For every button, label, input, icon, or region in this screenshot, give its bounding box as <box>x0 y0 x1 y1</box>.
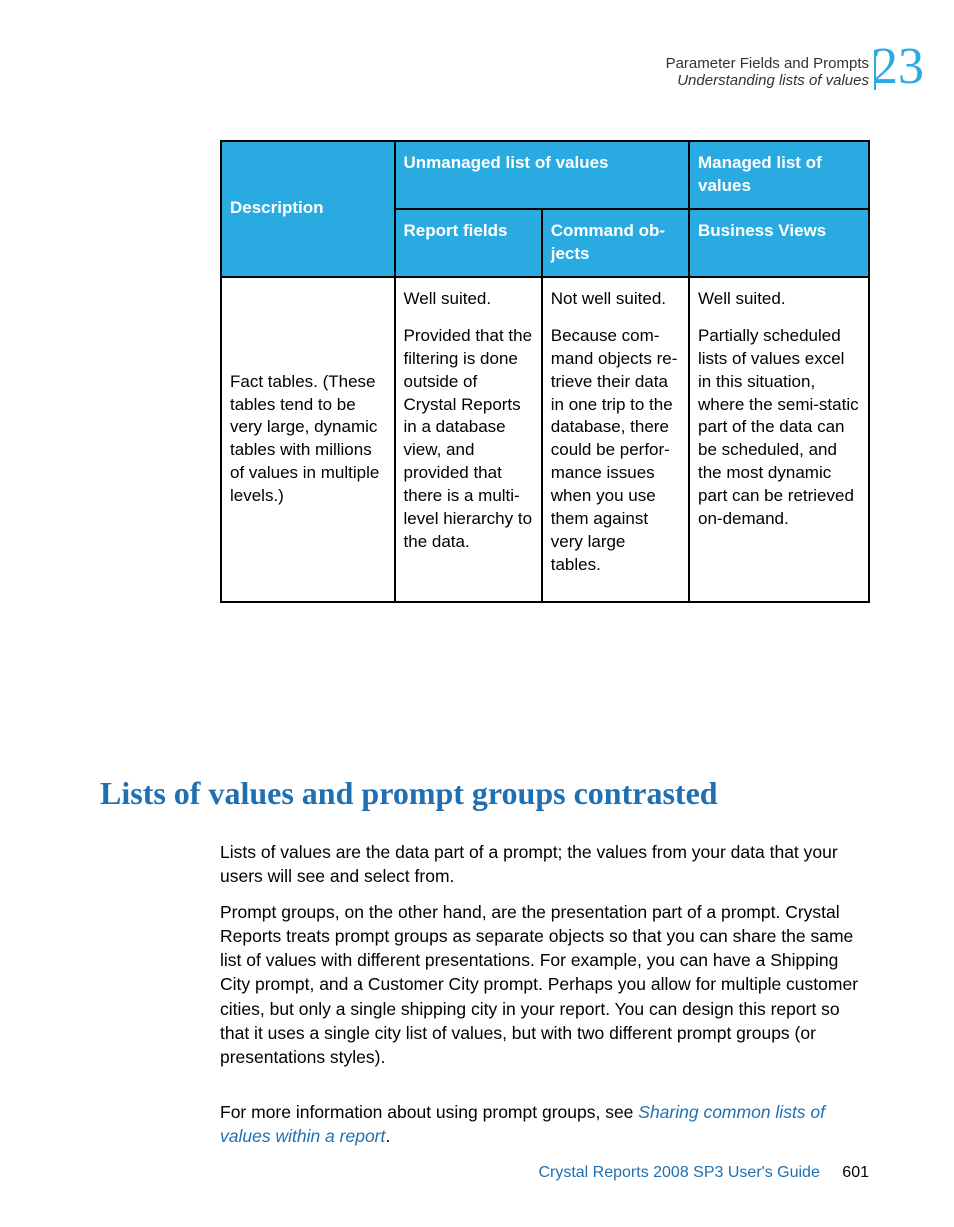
footer-guide-title: Crystal Reports 2008 SP3 User's Guide <box>538 1164 819 1181</box>
cell-bv-p2: Partially sched­uled lists of val­ues ex… <box>698 325 860 531</box>
th-command-objects: Command ob­jects <box>542 209 689 277</box>
th-business-views: Business Views <box>689 209 869 277</box>
body-paragraph-3: For more information about using prompt … <box>220 1100 865 1148</box>
cell-business-views: Well suited. Partially sched­uled lists … <box>689 277 869 602</box>
cell-report-fields: Well suited. Provided that the filtering… <box>395 277 542 602</box>
section-heading: Lists of values and prompt groups contra… <box>100 775 718 812</box>
header-subtitle: Understanding lists of values <box>666 72 869 89</box>
th-managed: Managed list of values <box>689 141 869 209</box>
chapter-number: 23 <box>872 37 924 96</box>
values-table: Description Unmanaged list of values Man… <box>220 140 870 603</box>
body-paragraph-1: Lists of values are the data part of a p… <box>220 840 865 888</box>
body-paragraph-2: Prompt groups, on the other hand, are th… <box>220 900 865 1069</box>
cell-description: Fact tables. (These tables tend to be ve… <box>221 277 395 602</box>
cell-command-objects: Not well suited. Because com­mand object… <box>542 277 689 602</box>
page-header: Parameter Fields and Prompts Understandi… <box>666 55 869 89</box>
th-unmanaged: Unmanaged list of values <box>395 141 689 209</box>
cell-co-p2: Because com­mand objects re­trieve their… <box>551 325 680 577</box>
page-footer: Crystal Reports 2008 SP3 User's Guide 60… <box>538 1164 869 1182</box>
p3-suffix: . <box>385 1126 390 1146</box>
cell-co-p1: Not well suited. <box>551 288 680 311</box>
table-row: Fact tables. (These tables tend to be ve… <box>221 277 869 602</box>
th-report-fields: Report fields <box>395 209 542 277</box>
cell-rf-p1: Well suited. <box>404 288 533 311</box>
th-description: Description <box>221 141 395 277</box>
cell-rf-p2: Provided that the filtering is done outs… <box>404 325 533 554</box>
header-chapter-title: Parameter Fields and Prompts <box>666 55 869 72</box>
footer-page-number: 601 <box>842 1164 869 1181</box>
cell-bv-p1: Well suited. <box>698 288 860 311</box>
p3-prefix: For more information about using prompt … <box>220 1102 638 1122</box>
